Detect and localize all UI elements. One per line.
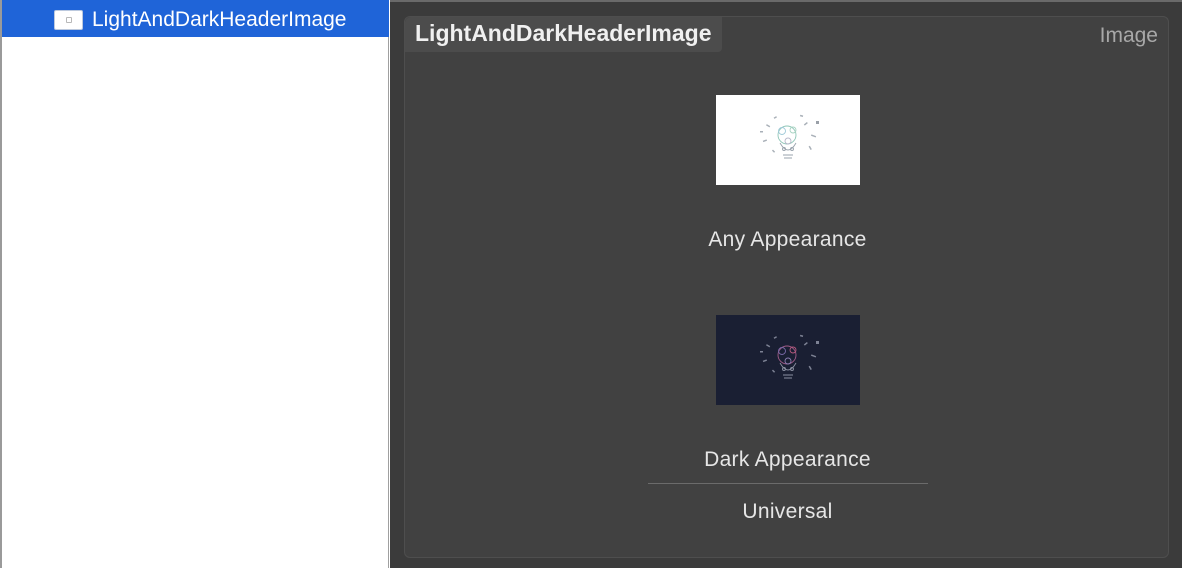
any-appearance-caption: Any Appearance — [708, 228, 867, 251]
asset-outline: LightAndDarkHeaderImage — [0, 0, 389, 568]
any-appearance-image-well[interactable] — [716, 95, 860, 185]
light-header-thumbnail — [760, 114, 819, 159]
universal-group-label: Universal — [742, 500, 833, 523]
asset-editor: LightAndDarkHeaderImage Image Any Appear… — [390, 0, 1182, 568]
asset-type-label: Image — [1099, 24, 1158, 47]
divider — [648, 483, 928, 484]
image-set-icon — [54, 10, 83, 30]
dark-appearance-caption: Dark Appearance — [704, 448, 871, 471]
image-set-title[interactable]: LightAndDarkHeaderImage — [405, 17, 722, 52]
asset-row-lightanddarkheaderimage[interactable]: LightAndDarkHeaderImage — [2, 0, 389, 37]
dark-header-thumbnail — [760, 334, 819, 379]
asset-row-label: LightAndDarkHeaderImage — [92, 8, 347, 31]
image-set-panel: LightAndDarkHeaderImage Image Any Appear… — [404, 16, 1169, 558]
dark-appearance-image-well[interactable] — [716, 315, 860, 405]
